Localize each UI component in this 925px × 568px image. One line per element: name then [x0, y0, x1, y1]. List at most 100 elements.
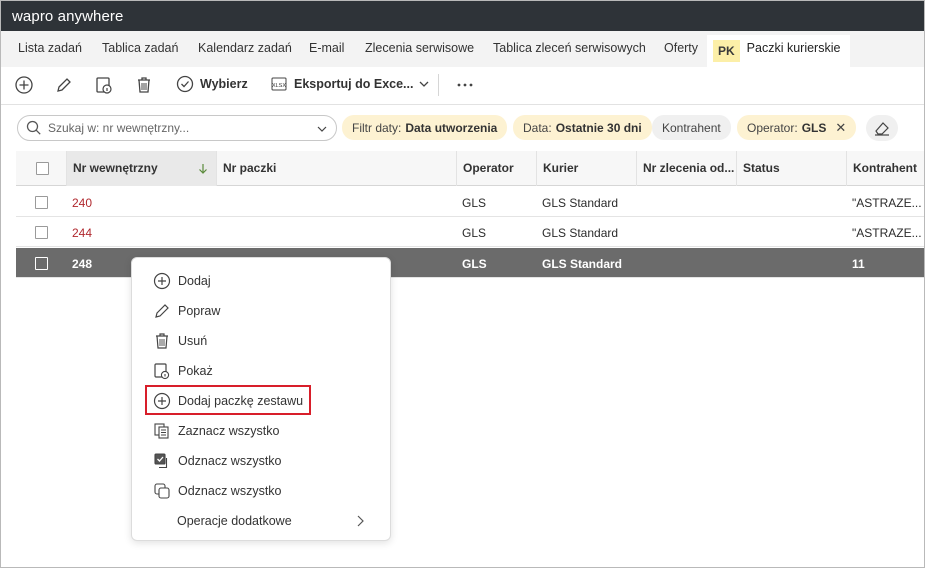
title-bar: wapro anywhere	[1, 1, 924, 31]
chip-label: Operator:	[747, 120, 798, 135]
date-range-chip[interactable]: Data: Ostatnie 30 dni	[513, 115, 652, 140]
search-input[interactable]	[48, 121, 308, 135]
cell-kontrahent: "ASTRAZE...	[852, 226, 922, 240]
search-icon	[26, 120, 41, 135]
menu-item-odznacz-wszystko[interactable]: Odznacz wszystko	[153, 449, 282, 473]
table-row[interactable]: 240 GLS GLS Standard "ASTRAZE...	[16, 187, 924, 217]
menu-item-odznacz-wszystko-2[interactable]: Odznacz wszystko	[153, 479, 282, 503]
cell-kurier: GLS Standard	[542, 226, 619, 240]
add-button[interactable]	[14, 75, 34, 95]
plus-circle-icon	[15, 76, 33, 94]
cell-kurier: GLS Standard	[542, 257, 623, 271]
column-label: Nr wewnętrzny	[73, 161, 158, 175]
column-header[interactable]: Nr wewnętrzny	[66, 151, 216, 186]
chevron-down-icon[interactable]	[316, 124, 328, 134]
cell-operator: GLS	[462, 226, 487, 240]
cell-operator: GLS	[462, 196, 487, 210]
chip-value: Ostatnie 30 dni	[555, 120, 642, 135]
tab-kalendarz-zadan[interactable]: Kalendarz zadań	[198, 41, 292, 55]
show-button[interactable]	[94, 75, 114, 95]
tab-lista-zadan[interactable]: Lista zadań	[18, 41, 82, 55]
column-header[interactable]: Kurier	[536, 151, 636, 186]
document-info-icon	[96, 77, 112, 94]
menu-item-label: Odznacz wszystko	[178, 454, 282, 468]
cell-nr: 244	[72, 226, 93, 240]
xlsx-file-icon: XLSX	[271, 77, 287, 91]
contractor-chip[interactable]: Kontrahent	[652, 115, 731, 140]
trash-icon	[138, 77, 150, 93]
sort-arrow-down-icon	[199, 164, 207, 174]
delete-button[interactable]	[134, 75, 154, 95]
export-excel-button[interactable]: XLSX Eksportuj do Exce...	[270, 75, 431, 93]
select-button[interactable]: Wybierz	[176, 75, 248, 93]
export-label: Eksportuj do Exce...	[294, 77, 414, 91]
menu-item-operacje-dodatkowe[interactable]: Operacje dodatkowe	[177, 509, 292, 533]
trash-icon	[153, 332, 171, 350]
row-checkbox[interactable]	[35, 226, 48, 239]
chip-value: Data utworzenia	[405, 120, 498, 135]
cell-nr: 240	[72, 196, 93, 210]
toolbar: Wybierz XLSX Eksportuj do Exce...	[1, 67, 924, 105]
app-logo: wapro anywhere	[12, 8, 124, 25]
column-header[interactable]: Status	[736, 151, 846, 186]
operator-chip[interactable]: Operator: GLS ✕	[737, 115, 857, 140]
check-circle-icon	[176, 75, 194, 93]
tab-tablica-zlecen[interactable]: Tablica zleceń serwisowych	[493, 41, 646, 55]
cell-kurier: GLS Standard	[542, 196, 619, 210]
select-all-icon	[153, 422, 171, 440]
eraser-icon	[875, 122, 889, 136]
chip-value: GLS	[801, 120, 827, 135]
tab-active-label: Paczki kurierskie	[746, 41, 841, 55]
tab-tablica-zadan[interactable]: Tablica zadań	[102, 41, 178, 55]
menu-item-usun[interactable]: Usuń	[153, 329, 207, 353]
search-box[interactable]	[17, 115, 337, 141]
highlight-annotation	[145, 385, 311, 415]
toolbar-divider	[438, 74, 439, 96]
menu-item-label: Pokaż	[178, 364, 213, 378]
xlsx-text: XLSX	[272, 83, 286, 89]
column-header[interactable]: Operator	[456, 151, 536, 186]
more-options-button[interactable]	[455, 75, 475, 95]
menu-item-popraw[interactable]: Popraw	[153, 299, 220, 323]
document-info-icon	[153, 362, 171, 380]
chip-label: Filtr daty:	[352, 120, 402, 135]
select-all-checkbox[interactable]	[36, 162, 49, 175]
tab-paczki-kurierskie[interactable]: PK Paczki kurierskie	[707, 35, 851, 67]
plus-circle-icon	[153, 272, 171, 290]
table-header: Nr wewnętrzny Nr paczki Operator Kurier …	[16, 151, 924, 186]
tab-email[interactable]: E-mail	[309, 41, 344, 55]
menu-item-label: Dodaj	[178, 274, 211, 288]
close-icon[interactable]: ✕	[835, 120, 846, 136]
cell-nr: 248	[72, 257, 93, 271]
filter-bar: Filtr daty:Data utworzenia Data:Ostatnie…	[1, 105, 924, 151]
menu-item-pokaz[interactable]: Pokaż	[153, 359, 213, 383]
module-badge: PK	[713, 40, 740, 62]
menu-item-zaznacz-wszystko[interactable]: Zaznacz wszystko	[153, 419, 279, 443]
menu-item-dodaj[interactable]: Dodaj	[153, 269, 211, 293]
menu-item-label: Popraw	[178, 304, 221, 318]
clear-filters-button[interactable]	[866, 115, 898, 141]
column-header[interactable]: Kontrahent	[846, 151, 924, 186]
column-header[interactable]: Nr paczki	[216, 151, 456, 186]
module-tabs: Lista zadań Tablica zadań Kalendarz zada…	[1, 31, 924, 67]
chevron-right-icon	[357, 515, 364, 527]
menu-item-label: Odznacz wszystko	[178, 484, 282, 498]
menu-item-label: Zaznacz wszystko	[178, 424, 280, 438]
menu-item-label: Operacje dodatkowe	[177, 514, 292, 528]
row-checkbox[interactable]	[35, 196, 48, 209]
table-row[interactable]: 244 GLS GLS Standard "ASTRAZE...	[16, 217, 924, 247]
cell-kontrahent: "ASTRAZE...	[852, 196, 922, 210]
chevron-down-icon	[420, 81, 429, 87]
date-filter-chip[interactable]: Filtr daty: Data utworzenia	[342, 115, 508, 140]
edit-button[interactable]	[54, 75, 74, 95]
more-horizontal-icon	[457, 83, 473, 87]
cell-operator: GLS	[462, 257, 487, 271]
column-header[interactable]: Nr zlecenia od...	[636, 151, 736, 186]
tab-zlecenia-serwisowe[interactable]: Zlecenia serwisowe	[365, 41, 474, 55]
row-checkbox[interactable]	[35, 257, 48, 270]
pencil-icon	[57, 78, 71, 92]
tab-oferty[interactable]: Oferty	[664, 41, 698, 55]
menu-item-label: Usuń	[178, 334, 208, 348]
checked-square-icon	[153, 452, 171, 470]
cell-kontrahent: 11	[852, 257, 865, 271]
